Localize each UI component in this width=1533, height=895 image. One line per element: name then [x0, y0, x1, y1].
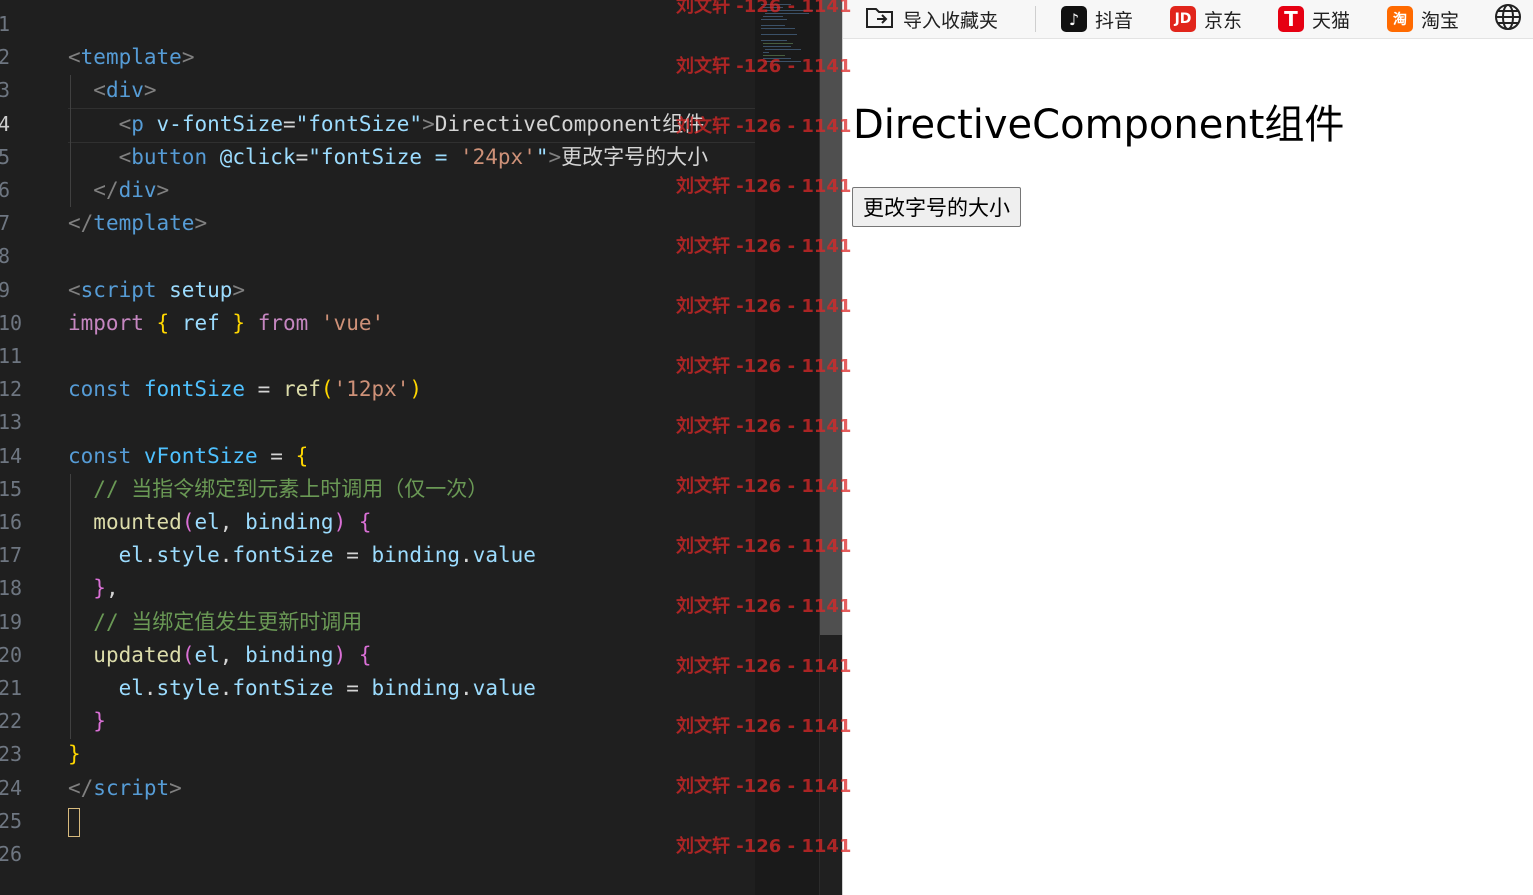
bookmark-tmall[interactable]: T 天猫	[1278, 0, 1350, 38]
line-number: 23	[0, 742, 23, 767]
line-number: 2	[0, 45, 11, 70]
line-number: 14	[0, 443, 23, 468]
bookmarks-bar: 导入收藏夹 ♪ 抖音 JD 京东 T 天猫 淘 淘宝	[843, 0, 1533, 39]
watermark-text: 刘文轩 -126 - 1141	[676, 416, 852, 437]
bookmarks-separator	[1035, 6, 1036, 32]
line-number: 15	[0, 476, 23, 501]
line-number: 8	[0, 244, 11, 269]
bookmark-label: 淘宝	[1421, 9, 1460, 32]
watermark-text: 刘文轩 -126 - 1141	[676, 656, 852, 677]
bookmark-label: 京东	[1204, 9, 1243, 32]
bookmark-label: 天猫	[1312, 9, 1351, 32]
line-number: 17	[0, 543, 23, 568]
code-text: import { ref } from 'vue'	[68, 310, 385, 335]
code-text: // 当绑定值发生更新时调用	[93, 609, 363, 634]
watermark-text: 刘文轩 -126 - 1141	[676, 116, 852, 137]
line-number: 10	[0, 310, 23, 335]
line-number: 6	[0, 178, 11, 202]
taobao-icon: 淘	[1387, 6, 1413, 32]
watermark-text: 刘文轩 -126 - 1141	[676, 716, 852, 737]
code-text: mounted(el, binding) {	[93, 510, 372, 534]
bookmark-import[interactable]: 导入收藏夹	[865, 0, 998, 38]
line-number: 21	[0, 676, 23, 700]
code-text: },	[93, 576, 119, 601]
globe-icon	[1494, 3, 1522, 36]
code-editor[interactable]: 1 2 <template> 3 <div> 4 <p v-fontSize="font…	[0, 0, 755, 895]
line-number: 20	[0, 642, 23, 667]
code-text: el.style.fontSize = binding.value	[118, 676, 536, 700]
code-text: </script>	[68, 775, 182, 800]
bookmark-taobao[interactable]: 淘 淘宝	[1387, 0, 1459, 38]
line-number: 4	[0, 111, 11, 136]
code-text: const fontSize = ref('12px')	[68, 377, 423, 402]
import-bookmarks-icon	[865, 4, 895, 35]
code-text: <template>	[68, 45, 195, 70]
watermark-text: 刘文轩 -126 - 1141	[676, 356, 852, 377]
line-number: 11	[0, 344, 23, 368]
code-text: <button @click="fontSize = '24px'">更改字号的…	[118, 144, 709, 169]
watermark-text: 刘文轩 -126 - 1141	[676, 776, 852, 797]
page-heading: DirectiveComponent组件	[853, 102, 1345, 148]
watermark-text: 刘文轩 -126 - 1141	[676, 296, 852, 317]
code-text: </template>	[68, 211, 208, 236]
bookmark-douyin[interactable]: ♪ 抖音	[1061, 0, 1133, 38]
code-text: updated(el, binding) {	[93, 642, 372, 667]
code-text: const vFontSize = {	[68, 443, 309, 468]
jd-icon: JD	[1170, 6, 1196, 32]
watermark-text: 刘文轩 -126 - 1141	[676, 536, 852, 557]
code-text: <div>	[93, 78, 157, 103]
watermark-text: 刘文轩 -126 - 1141	[676, 476, 852, 497]
line-number: 25	[0, 808, 23, 833]
text-cursor	[68, 808, 80, 837]
code-text: el.style.fontSize = binding.value	[118, 543, 536, 568]
line-number: 19	[0, 609, 23, 634]
line-number: 1	[0, 12, 11, 36]
code-text: <script setup>	[68, 277, 246, 302]
tmall-icon: T	[1278, 6, 1304, 32]
line-number: 24	[0, 775, 23, 800]
watermark-text: 刘文轩 -126 - 1141	[676, 0, 852, 17]
change-font-size-button[interactable]: 更改字号的大小	[852, 187, 1021, 227]
browser-preview: 导入收藏夹 ♪ 抖音 JD 京东 T 天猫 淘 淘宝 DirectiveComp…	[842, 0, 1533, 895]
line-number: 5	[0, 144, 11, 169]
line-number: 9	[0, 277, 11, 302]
line-number: 16	[0, 510, 23, 534]
line-number: 3	[0, 78, 11, 103]
watermark-text: 刘文轩 -126 - 1141	[676, 56, 852, 77]
line-number: 18	[0, 576, 23, 601]
code-text: }	[68, 742, 81, 767]
line-number: 13	[0, 410, 23, 435]
globe-button[interactable]	[1494, 0, 1522, 38]
line-number: 22	[0, 709, 23, 734]
line-number: 7	[0, 211, 11, 236]
line-number: 12	[0, 377, 23, 402]
code-text: }	[93, 709, 106, 734]
code-text: // 当指令绑定到元素上时调用（仅一次）	[93, 476, 489, 501]
bookmark-label: 抖音	[1095, 9, 1134, 32]
watermark-text: 刘文轩 -126 - 1141	[676, 236, 852, 257]
code-text: </div>	[93, 178, 170, 202]
douyin-icon: ♪	[1061, 6, 1087, 32]
code-text: <p v-fontSize="fontSize">DirectiveCompon…	[118, 111, 705, 136]
bookmark-jd[interactable]: JD 京东	[1170, 0, 1242, 38]
line-number: 26	[0, 842, 23, 866]
bookmark-label: 导入收藏夹	[903, 9, 999, 32]
watermark-text: 刘文轩 -126 - 1141	[676, 836, 852, 857]
watermark-text: 刘文轩 -126 - 1141	[676, 176, 852, 197]
watermark-text: 刘文轩 -126 - 1141	[676, 596, 852, 617]
